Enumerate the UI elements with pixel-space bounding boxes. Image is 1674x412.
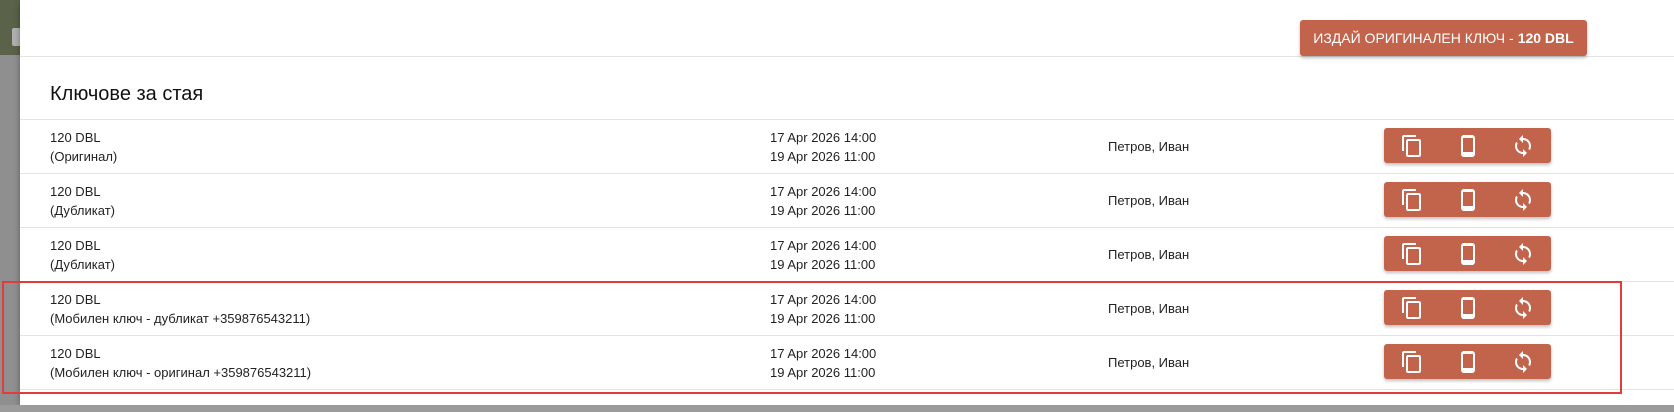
key-dates: 17 Apr 2026 14:00 19 Apr 2026 11:00 [770, 344, 876, 382]
sync-icon [1515, 242, 1532, 265]
checkin-datetime: 17 Apr 2026 14:00 [770, 238, 877, 253]
backdrop-strip [0, 405, 1674, 412]
keys-table: 120 DBL (Оригинал) 17 Apr 2026 14:00 19 … [20, 119, 1674, 390]
key-price: 120 DBL [50, 292, 101, 307]
checkin-datetime: 17 Apr 2026 14:00 [770, 346, 877, 361]
key-info: 120 DBL (Мобилен ключ - дубликат +359876… [50, 290, 310, 328]
key-price: 120 DBL [50, 184, 101, 199]
key-type: (Дубликат) [50, 203, 115, 218]
mobile-key-button[interactable] [1440, 128, 1496, 163]
checkin-datetime: 17 Apr 2026 14:00 [770, 292, 877, 307]
dialog-toolbar: ИЗДАЙ ОРИГИНАЛЕН КЛЮЧ - 120 DBL [20, 0, 1674, 57]
mobile-phone-icon [1460, 242, 1475, 265]
room-keys-dialog: ИЗДАЙ ОРИГИНАЛЕН КЛЮЧ - 120 DBL Ключове … [20, 0, 1674, 405]
key-row: 120 DBL (Оригинал) 17 Apr 2026 14:00 19 … [20, 120, 1674, 174]
sync-icon [1515, 296, 1532, 319]
key-actions [1384, 182, 1551, 217]
copy-icon [1401, 296, 1421, 319]
key-actions [1384, 236, 1551, 271]
checkout-datetime: 19 Apr 2026 11:00 [770, 257, 876, 272]
key-type: (Дубликат) [50, 257, 115, 272]
key-type: (Мобилен ключ - дубликат +359876543211) [50, 311, 311, 326]
key-actions [1384, 128, 1551, 163]
reissue-key-button[interactable] [1495, 344, 1551, 379]
copy-key-button[interactable] [1384, 128, 1440, 163]
key-info: 120 DBL (Дубликат) [50, 182, 115, 220]
key-dates: 17 Apr 2026 14:00 19 Apr 2026 11:00 [770, 182, 876, 220]
sync-icon [1515, 350, 1532, 373]
copy-icon [1401, 134, 1421, 157]
copy-icon [1401, 242, 1421, 265]
issue-original-key-label: ИЗДАЙ ОРИГИНАЛЕН КЛЮЧ - [1313, 30, 1514, 46]
key-type: (Мобилен ключ - оригинал +359876543211) [50, 365, 312, 380]
checkin-datetime: 17 Apr 2026 14:00 [770, 130, 877, 145]
checkout-datetime: 19 Apr 2026 11:00 [770, 365, 876, 380]
reissue-key-button[interactable] [1495, 128, 1551, 163]
key-actions [1384, 290, 1551, 325]
reissue-key-button[interactable] [1495, 236, 1551, 271]
section-title: Ключове за стая [50, 83, 204, 105]
mobile-phone-icon [1460, 350, 1475, 373]
key-actions [1384, 344, 1551, 379]
key-type: (Оригинал) [50, 149, 118, 164]
reissue-key-button[interactable] [1495, 182, 1551, 217]
sync-icon [1515, 134, 1532, 157]
key-row: 120 DBL (Мобилен ключ - дубликат +359876… [20, 282, 1674, 336]
key-row: 120 DBL (Дубликат) 17 Apr 2026 14:00 19 … [20, 228, 1674, 282]
checkin-datetime: 17 Apr 2026 14:00 [770, 184, 877, 199]
key-row: 120 DBL (Дубликат) 17 Apr 2026 14:00 19 … [20, 174, 1674, 228]
mobile-key-button[interactable] [1440, 236, 1496, 271]
key-holder: Петров, Иван [1108, 355, 1190, 370]
copy-key-button[interactable] [1384, 344, 1440, 379]
copy-key-button[interactable] [1384, 182, 1440, 217]
key-holder: Петров, Иван [1108, 193, 1190, 208]
mobile-key-button[interactable] [1440, 344, 1496, 379]
issue-original-key-price: 120 DBL [1517, 30, 1574, 46]
key-price: 120 DBL [50, 238, 101, 253]
key-row: 120 DBL (Мобилен ключ - оригинал +359876… [20, 336, 1674, 390]
background-window-corner [0, 0, 22, 55]
key-holder: Петров, Иван [1108, 301, 1190, 316]
copy-key-button[interactable] [1384, 290, 1440, 325]
checkout-datetime: 19 Apr 2026 11:00 [770, 149, 876, 164]
key-dates: 17 Apr 2026 14:00 19 Apr 2026 11:00 [770, 290, 876, 328]
mobile-phone-icon [1460, 296, 1475, 319]
copy-icon [1401, 350, 1421, 373]
mobile-key-button[interactable] [1440, 290, 1496, 325]
checkout-datetime: 19 Apr 2026 11:00 [770, 203, 876, 218]
mobile-phone-icon [1460, 134, 1475, 157]
key-price: 120 DBL [50, 130, 101, 145]
copy-key-button[interactable] [1384, 236, 1440, 271]
key-holder: Петров, Иван [1108, 247, 1190, 262]
copy-icon [1401, 188, 1421, 211]
reissue-key-button[interactable] [1495, 290, 1551, 325]
key-dates: 17 Apr 2026 14:00 19 Apr 2026 11:00 [770, 236, 876, 274]
key-dates: 17 Apr 2026 14:00 19 Apr 2026 11:00 [770, 128, 876, 166]
key-info: 120 DBL (Мобилен ключ - оригинал +359876… [50, 344, 311, 382]
key-price: 120 DBL [50, 346, 101, 361]
mobile-key-button[interactable] [1440, 182, 1496, 217]
key-info: 120 DBL (Дубликат) [50, 236, 115, 274]
key-holder: Петров, Иван [1108, 139, 1190, 154]
mobile-phone-icon [1460, 188, 1475, 211]
key-info: 120 DBL (Оригинал) [50, 128, 117, 166]
checkout-datetime: 19 Apr 2026 11:00 [770, 311, 876, 326]
sync-icon [1515, 188, 1532, 211]
issue-original-key-button[interactable]: ИЗДАЙ ОРИГИНАЛЕН КЛЮЧ - 120 DBL [1300, 20, 1587, 56]
